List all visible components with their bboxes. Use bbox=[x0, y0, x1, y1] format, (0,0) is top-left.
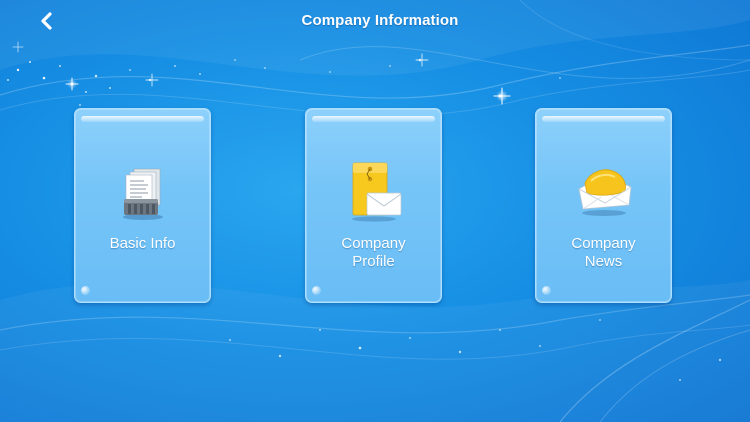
tile-bubble bbox=[81, 286, 90, 295]
tile-shine bbox=[542, 116, 665, 122]
documents-icon bbox=[122, 168, 163, 220]
tile-label-line: Profile bbox=[352, 253, 395, 270]
envelope-folder-icon bbox=[351, 162, 401, 222]
tile-shine bbox=[81, 116, 204, 122]
page-title: Company Information bbox=[301, 12, 459, 29]
company-news-tile[interactable]: Company News bbox=[535, 108, 672, 303]
tile-label-line: Basic Info bbox=[109, 235, 176, 252]
company-profile-tile[interactable]: Company Profile bbox=[305, 108, 442, 303]
tile-shine bbox=[312, 116, 435, 122]
company-profile-label: Company Profile bbox=[306, 235, 441, 271]
app-screen: Company Information Basic Info Company P… bbox=[0, 0, 750, 422]
open-envelope-icon bbox=[578, 169, 631, 216]
company-news-label: Company News bbox=[536, 235, 671, 271]
basic-info-tile[interactable]: Basic Info bbox=[74, 108, 211, 303]
tile-label-line: Company bbox=[341, 235, 406, 252]
tile-bubble bbox=[312, 286, 321, 295]
tile-bubble bbox=[542, 286, 551, 295]
basic-info-label: Basic Info bbox=[75, 235, 210, 253]
tile-label-line: News bbox=[584, 253, 623, 270]
tile-label-line: Company bbox=[571, 235, 636, 252]
